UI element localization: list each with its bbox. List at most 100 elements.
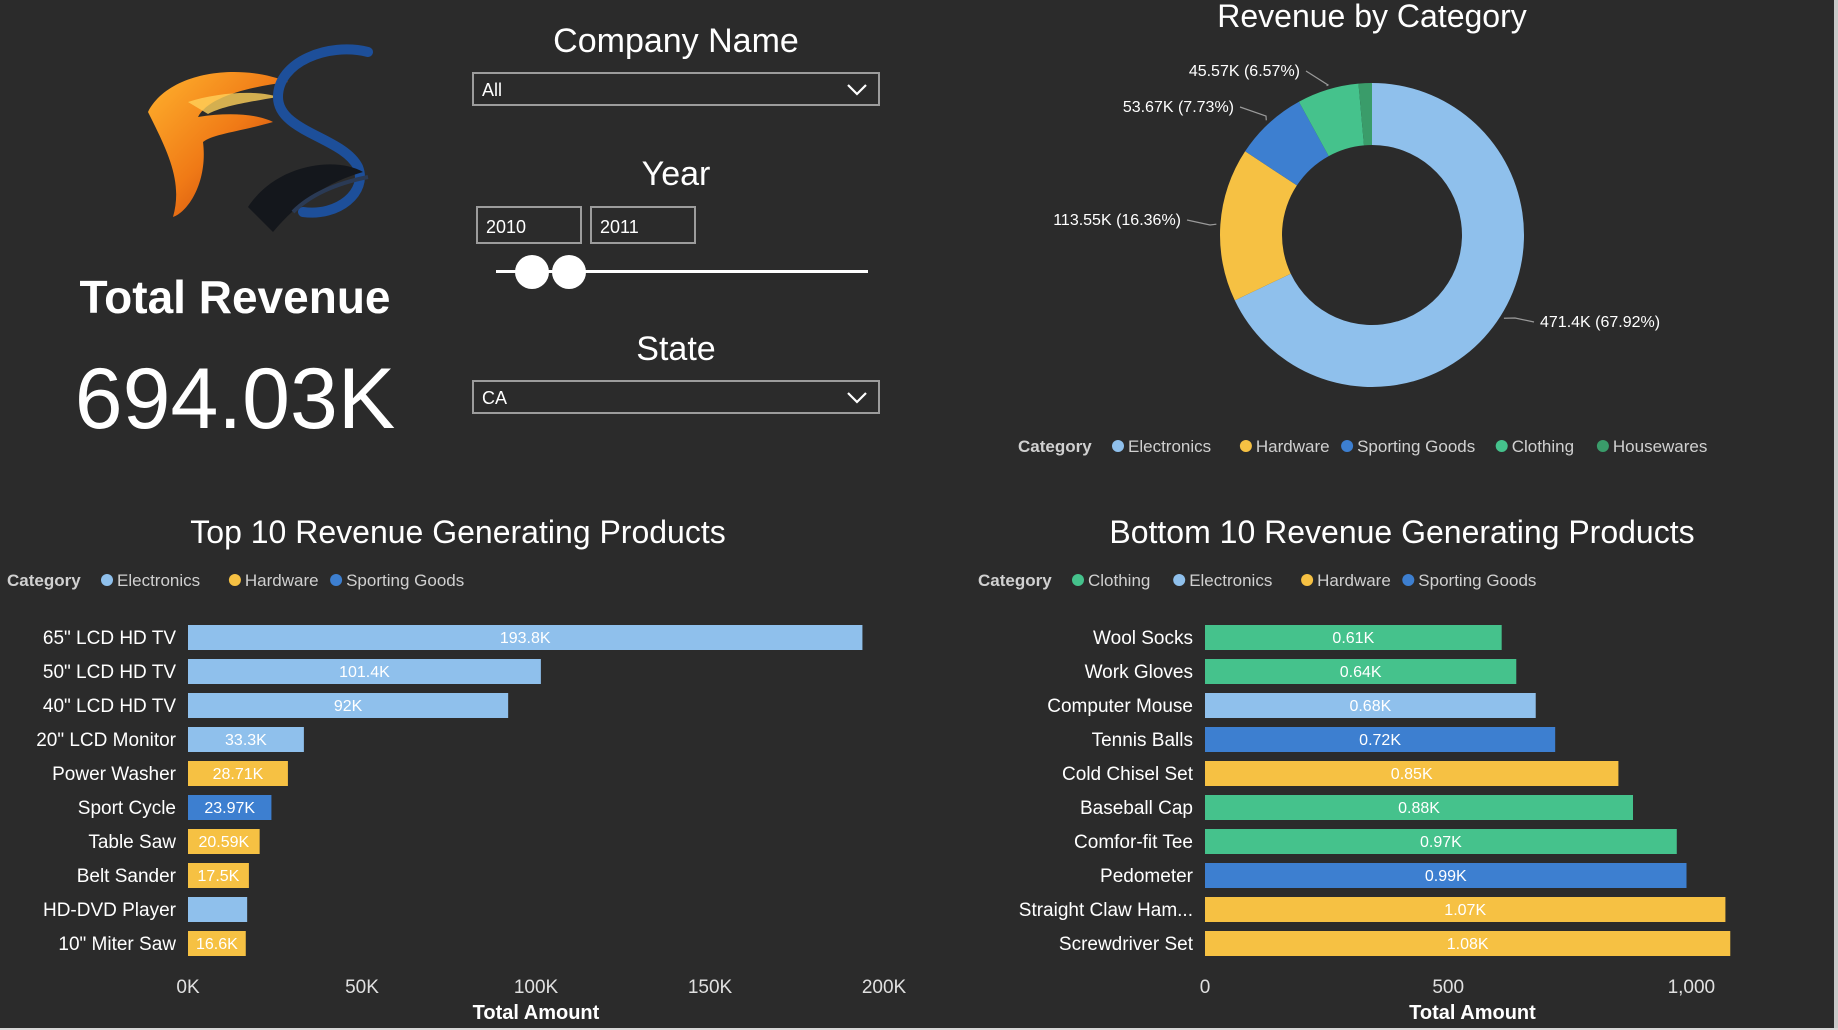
donut-chart-title: Revenue by Category [1217,0,1527,34]
bar-category-label: Straight Claw Ham... [1019,900,1193,921]
bar-legend-item: Electronics [117,571,200,590]
legend-swatch [1072,574,1084,586]
year-slicer-title: Year [641,155,711,193]
bar-data-label: 0.99K [1425,868,1467,885]
bar-category-label: 50" LCD HD TV [43,662,176,683]
year-to-input[interactable]: 2011 [590,206,696,244]
bar-legend-item: Electronics [1189,571,1272,590]
bar-data-label: 101.4K [339,664,390,681]
bar-legend-item: Sporting Goods [346,571,464,590]
bar-category-label: Comfor-fit Tee [1074,832,1193,853]
bar-legend-item: Sporting Goods [1418,571,1536,590]
state-dropdown-value: CA [482,388,508,408]
x-tick-label: 0K [176,977,200,998]
bar-legend-item: Hardware [1317,571,1391,590]
bar-legend-title: Category [7,571,81,590]
legend-swatch [330,574,343,586]
donut-data-label: 113.55K (16.36%) [1053,212,1181,229]
x-tick-label: 150K [688,977,733,998]
x-tick-label: 100K [514,977,559,998]
fs-logo-icon [148,44,373,232]
x-tick-label: 200K [862,977,907,998]
company-dropdown-value: All [482,80,503,100]
bar-data-label: 0.72K [1359,732,1401,749]
bar-data-label: 0.88K [1398,800,1440,817]
state-slicer-title: State [636,330,716,368]
x-axis-label: Total Amount [473,1002,600,1024]
legend-swatch [1112,440,1124,452]
revenue-by-category-chart: Revenue by Category 471.4K (67.92%) 113.55… [1018,0,1708,456]
bar-category-label: 10" Miter Saw [58,934,176,955]
donut-legend-item: Electronics [1128,437,1211,456]
x-axis-label: Total Amount [1409,1002,1536,1024]
donut-leader-line [1239,106,1267,121]
donut-leader-line [1503,317,1535,323]
bar-category-label: Wool Socks [1093,628,1193,649]
bottom-10-products-chart: Bottom 10 Revenue Generating Products Cat… [978,514,1731,1024]
donut-data-label: 471.4K (67.92%) [1540,314,1660,331]
bar-category-label: 65" LCD HD TV [43,628,176,649]
bar-category-label: Computer Mouse [1047,696,1193,717]
bar-category-label: Belt Sander [77,866,177,887]
donut-legend-item: Housewares [1613,437,1708,456]
bar-data-label: 0.85K [1391,766,1433,783]
bar-data-label: 20.59K [198,834,249,851]
x-tick-label: 1,000 [1668,977,1716,998]
legend-swatch [1341,440,1354,452]
year-slider-start-handle[interactable] [515,255,549,289]
company-slicer-title: Company Name [553,22,799,60]
bar-data-label: 17.5K [198,868,240,885]
donut-legend-item: Sporting Goods [1357,437,1475,456]
bar-legend-item: Clothing [1088,571,1150,590]
bar-data-label: 33.3K [225,732,267,749]
chevron-down-icon [847,84,867,96]
state-dropdown[interactable]: CA [472,380,880,414]
bar-category-label: Baseball Cap [1080,798,1193,819]
bar-category-label: HD-DVD Player [43,900,177,921]
frame-edge [1834,0,1838,1030]
legend-swatch [1402,574,1415,586]
legend-swatch [1239,440,1252,452]
donut-leader-line [1186,219,1217,226]
year-from-input[interactable]: 2010 [476,206,582,244]
legend-swatch [1596,440,1609,452]
bar-chart-title: Top 10 Revenue Generating Products [190,514,725,550]
bar-data-label: 92K [334,698,363,715]
bar-legend-item: Hardware [245,571,319,590]
x-tick-label: 500 [1432,977,1464,998]
bar-category-label: 20" LCD Monitor [36,730,176,751]
bar-chart-title: Bottom 10 Revenue Generating Products [1109,514,1694,550]
legend-swatch [1173,574,1186,586]
bar-data-label: 23.97K [204,800,255,817]
legend-swatch [1495,440,1508,452]
legend-swatch [228,574,241,586]
bar-data-label: 1.08K [1447,936,1489,953]
donut-leader-line [1305,70,1330,87]
bar-data-label: 0.61K [1332,630,1374,647]
bar-data-label: 0.68K [1349,698,1391,715]
donut-legend-title: Category [1018,437,1092,456]
bar-data-label: 1.07K [1444,902,1486,919]
bar-category-label: Pedometer [1100,866,1194,887]
year-slider-end-handle[interactable] [552,255,586,289]
bar-category-label: Work Gloves [1085,662,1193,683]
bar-category-label: Table Saw [88,832,176,853]
bar-data-label: 16.6K [196,936,238,953]
bar-category-label: Tennis Balls [1092,730,1193,751]
company-dropdown[interactable]: All [472,72,880,106]
legend-swatch [1301,574,1314,586]
donut-data-label: 53.67K (7.73%) [1123,99,1234,116]
bar-category-label: Screwdriver Set [1059,934,1194,955]
bar-data-label: 0.64K [1340,664,1382,681]
bar-category-label: Sport Cycle [78,798,176,819]
total-revenue-value: 694.03K [74,351,396,447]
bar-data-label: 28.71K [213,766,264,783]
bar-legend-title: Category [978,571,1052,590]
x-tick-label: 50K [345,977,379,998]
donut-legend-item: Clothing [1512,437,1574,456]
chevron-down-icon [847,392,867,404]
bar-category-label: Cold Chisel Set [1062,764,1194,785]
donut-legend-item: Hardware [1256,437,1330,456]
bar-category-label: Power Washer [52,764,177,785]
bar-category-label: 40" LCD HD TV [43,696,176,717]
